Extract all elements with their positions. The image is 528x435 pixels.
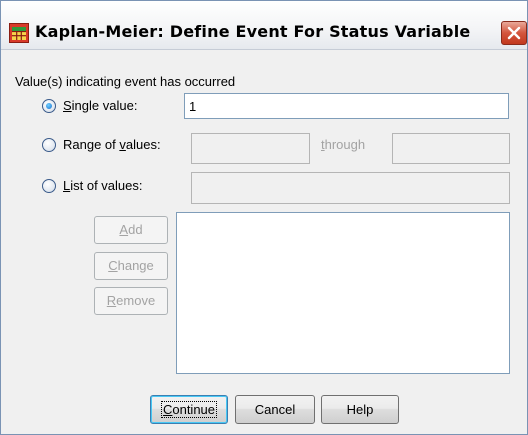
through-label: through	[321, 137, 366, 152]
range-to-input[interactable]	[392, 133, 510, 164]
add-button[interactable]: Add	[94, 216, 168, 244]
range-values-label[interactable]: Range of values:	[63, 137, 161, 152]
continue-button[interactable]: Continue	[150, 395, 228, 424]
title-bar[interactable]: Kaplan-Meier: Define Event For Status Va…	[1, 1, 527, 50]
list-value-input[interactable]	[191, 172, 510, 204]
single-value-label[interactable]: Single value:	[63, 98, 137, 113]
list-values-radio[interactable]	[42, 179, 56, 193]
list-values-label[interactable]: List of values:	[63, 178, 143, 193]
single-value-radio[interactable]	[42, 99, 56, 113]
define-event-dialog: Kaplan-Meier: Define Event For Status Va…	[0, 0, 528, 435]
event-values-heading: Value(s) indicating event has occurred	[15, 74, 236, 89]
cancel-button[interactable]: Cancel	[235, 395, 315, 424]
range-from-input[interactable]	[191, 133, 310, 164]
values-listbox[interactable]	[176, 212, 510, 374]
spss-table-icon	[9, 23, 29, 43]
close-icon	[507, 26, 521, 40]
change-button[interactable]: Change	[94, 252, 168, 280]
single-value-input[interactable]: 1	[184, 93, 509, 119]
remove-button[interactable]: Remove	[94, 287, 168, 315]
window-title: Kaplan-Meier: Define Event For Status Va…	[35, 22, 471, 41]
help-button[interactable]: Help	[321, 395, 399, 424]
close-button[interactable]	[501, 21, 527, 45]
range-values-radio[interactable]	[42, 138, 56, 152]
